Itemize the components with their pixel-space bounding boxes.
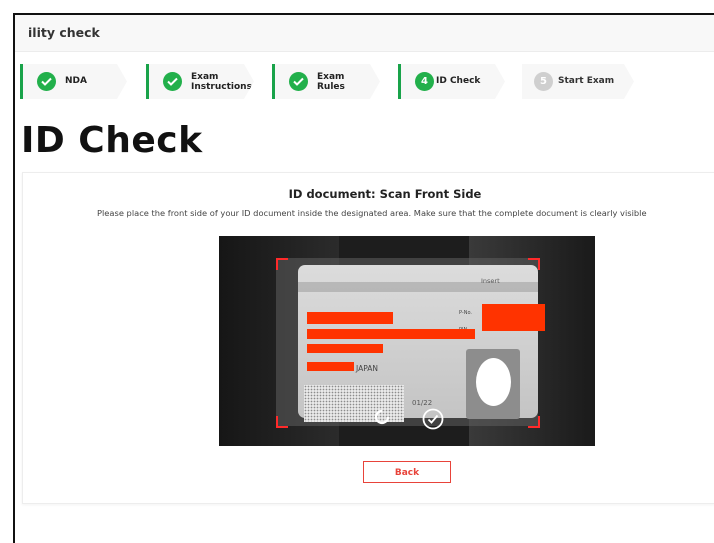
id-document-image: Insert P-No. PIN JAPAN 01/22: [298, 265, 545, 422]
scan-instruction: Please place the front side of your ID d…: [97, 208, 647, 218]
check-icon: [163, 72, 182, 91]
back-button[interactable]: Back: [363, 461, 451, 483]
redaction-bar: [307, 344, 383, 353]
frame-corner: [528, 258, 540, 270]
page-title: ID Check: [21, 120, 203, 161]
top-bar: ility check: [15, 15, 714, 52]
step-label-line2: Rules: [317, 82, 345, 92]
check-icon: [289, 72, 308, 91]
redaction-bar: [482, 304, 545, 331]
frame-corner: [276, 258, 288, 270]
id-date-label: 01/22: [412, 399, 433, 407]
step-nda: NDA: [20, 64, 127, 99]
step-label-line2: Instructions: [191, 82, 252, 92]
spinner-icon: [374, 409, 390, 425]
id-pno-label: P-No.: [459, 310, 473, 316]
check-circle-icon: [422, 408, 444, 430]
step-done-bar: [272, 64, 275, 99]
step-current-bar: [398, 64, 401, 99]
id-photo-redaction: [476, 358, 511, 406]
id-country-label: JAPAN: [356, 364, 378, 373]
redaction-bar: [307, 329, 475, 339]
scan-heading: ID document: Scan Front Side: [288, 187, 482, 201]
step-label-line1: Exam: [191, 72, 219, 82]
step-id-check: 4 ID Check: [398, 64, 505, 99]
step-number: 5: [534, 72, 553, 91]
step-label-line1: Exam: [317, 72, 345, 82]
step-exam-instructions: Exam Instructions: [146, 64, 254, 99]
step-done-bar: [20, 64, 23, 99]
redaction-bar: [307, 362, 354, 371]
id-card-strip: [298, 282, 538, 292]
step-label: NDA: [65, 76, 87, 86]
redaction-bar: [307, 312, 393, 324]
check-icon: [37, 72, 56, 91]
step-label: Exam Instructions: [191, 72, 252, 92]
id-insert-label: Insert: [481, 277, 500, 285]
step-label: ID Check: [436, 76, 481, 86]
camera-preview: Insert P-No. PIN JAPAN 01/22: [219, 236, 595, 446]
step-label: Exam Rules: [317, 72, 345, 92]
step-start-exam: 5 Start Exam: [522, 64, 634, 99]
step-exam-rules: Exam Rules: [272, 64, 380, 99]
step-number: 4: [415, 72, 434, 91]
step-done-bar: [146, 64, 149, 99]
frame-corner: [528, 416, 540, 428]
frame-corner: [276, 416, 288, 428]
window-title: ility check: [28, 25, 100, 40]
step-label: Start Exam: [558, 76, 615, 86]
progress-stepper: NDA Exam Instructions Exam Rules 4 ID Ch…: [15, 60, 714, 102]
